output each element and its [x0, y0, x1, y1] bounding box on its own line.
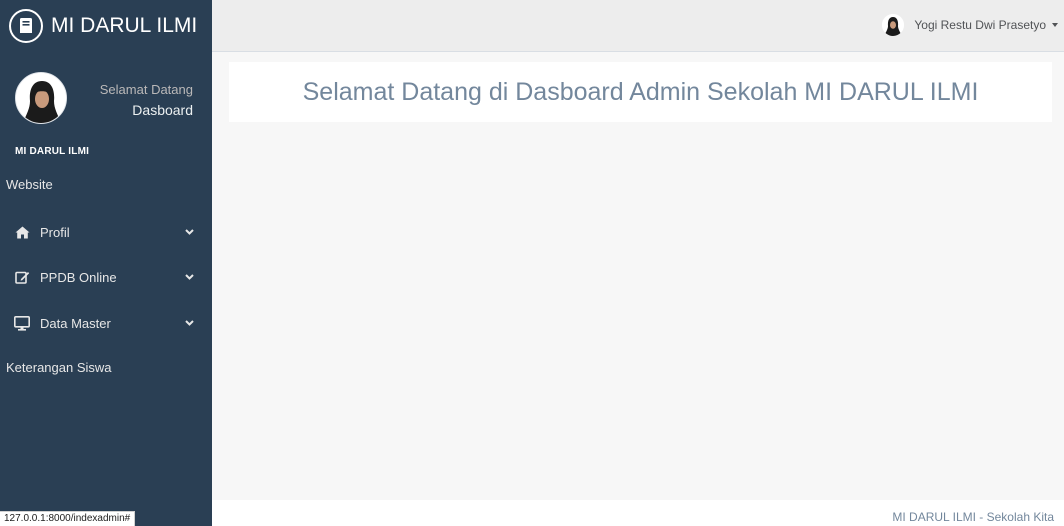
user-avatar — [882, 14, 905, 36]
brand-title[interactable]: MI DARUL ILMI — [51, 14, 197, 38]
sidebar-item-keterangan-siswa[interactable]: Keterangan Siswa — [0, 352, 212, 382]
sidebar-item-label: Website — [6, 176, 53, 192]
caret-down-icon — [1052, 23, 1058, 27]
sidebar-item-label: Data Master — [40, 315, 111, 331]
page-title: Selamat Datang di Dasboard Admin Sekolah… — [302, 77, 979, 106]
sidebar: MI DARUL ILMI Selamat Datang Dasboard MI… — [0, 0, 212, 526]
user-name: Yogi Restu Dwi Prasetyo — [914, 18, 1046, 32]
brand[interactable]: MI DARUL ILMI — [0, 0, 212, 52]
profile-block: Selamat Datang Dasboard — [15, 72, 205, 124]
edit-icon — [14, 269, 30, 285]
sidebar-item-label: PPDB Online — [40, 269, 117, 285]
top-navbar: Yogi Restu Dwi Prasetyo — [212, 0, 1064, 52]
sidebar-item-label: Keterangan Siswa — [6, 359, 112, 375]
sidebar-item-data-master[interactable]: Data Master — [0, 308, 212, 338]
chevron-down-icon — [184, 274, 194, 280]
status-bar-url: 127.0.0.1:8000/indexadmin# — [0, 511, 136, 526]
home-icon — [14, 224, 30, 240]
desktop-icon — [14, 315, 30, 331]
footer: MI DARUL ILMI - Sekolah Kita — [212, 500, 1064, 526]
sidebar-item-profil[interactable]: Profil — [0, 217, 212, 247]
avatar — [15, 72, 67, 124]
chevron-down-icon — [184, 229, 194, 235]
dashboard-label: Dasboard — [132, 102, 193, 118]
sidebar-item-label: Profil — [40, 224, 70, 240]
sidebar-item-website[interactable]: Website — [0, 169, 212, 199]
user-menu[interactable]: Yogi Restu Dwi Prasetyo — [882, 14, 1058, 36]
welcome-text: Selamat Datang — [99, 82, 193, 97]
welcome-panel: Selamat Datang di Dasboard Admin Sekolah… — [229, 62, 1052, 122]
footer-text: MI DARUL ILMI - Sekolah Kita — [892, 510, 1054, 524]
sidebar-item-ppdb-online[interactable]: PPDB Online — [0, 262, 212, 292]
chevron-down-icon — [184, 320, 194, 326]
sidebar-section-title: MI DARUL ILMI — [15, 146, 90, 157]
book-circle-icon — [9, 9, 43, 43]
